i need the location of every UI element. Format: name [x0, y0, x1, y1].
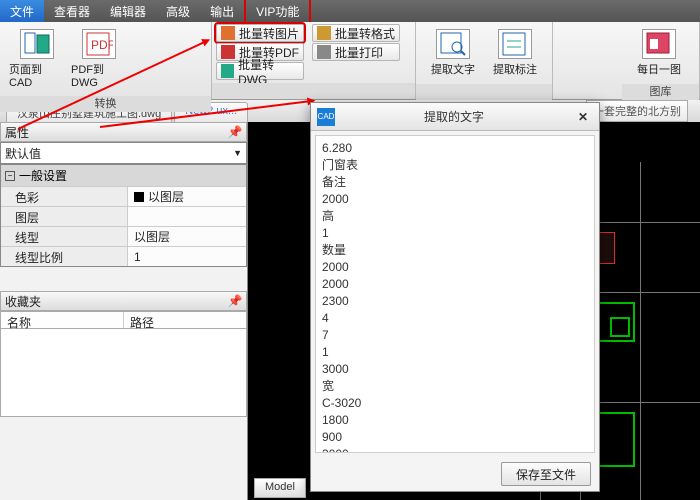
batch-format-icon — [317, 26, 331, 40]
pin-icon[interactable]: 📌 — [228, 294, 242, 308]
menu-vip[interactable]: VIP功能 — [244, 0, 311, 25]
batch-to-dwg-button[interactable]: 批量转DWG — [216, 62, 304, 80]
extract-text-icon — [436, 29, 470, 59]
dialog-body[interactable]: 6.280门窗表备注2000高1数量2000200023004713000宽C-… — [315, 135, 595, 453]
extracted-text-line: 数量 — [322, 242, 588, 259]
dialog-title: 提取的文字 — [343, 108, 565, 125]
ribbon-group-convert-label: 转换 — [0, 96, 211, 112]
favorites-columns: 名称 路径 — [0, 311, 247, 329]
extracted-text-line: 2300 — [322, 293, 588, 310]
menu-file[interactable]: 文件 — [0, 0, 44, 23]
batch-print-button[interactable]: 批量打印 — [312, 43, 400, 61]
extract-anno-icon — [498, 29, 532, 59]
property-row-layer[interactable]: 图层 — [1, 206, 246, 226]
batch-print-icon — [317, 45, 331, 59]
dialog-titlebar[interactable]: CAD 提取的文字 ✕ — [311, 103, 599, 131]
extracted-text-line: 1800 — [322, 412, 588, 429]
property-row-linescale[interactable]: 线型比例1 — [1, 246, 246, 266]
extracted-text-line: 高 — [322, 208, 588, 225]
properties-grid: −一般设置 色彩以图层 图层 线型以图层 线型比例1 — [0, 164, 247, 267]
extract-text-button[interactable]: 提取文字 — [422, 26, 484, 80]
menu-bar: 文件 查看器 编辑器 高级 输出 VIP功能 — [0, 0, 700, 22]
fav-col-name[interactable]: 名称 — [1, 312, 124, 328]
extracted-text-line: 3000 — [322, 446, 588, 453]
save-to-file-button[interactable]: 保存至文件 — [501, 462, 591, 486]
extracted-text-line: 2000 — [322, 259, 588, 276]
extracted-text-line: 宽 — [322, 378, 588, 395]
svg-text:PDF: PDF — [91, 38, 113, 52]
extracted-text-line: 900 — [322, 429, 588, 446]
dialog-app-icon: CAD — [317, 108, 335, 126]
extracted-text-line: 1 — [322, 225, 588, 242]
extracted-text-line: 6.280 — [322, 140, 588, 157]
favorites-body — [0, 329, 247, 417]
extracted-text-line: C-3020 — [322, 395, 588, 412]
fav-col-path[interactable]: 路径 — [124, 312, 246, 328]
favorites-header: 收藏夹 📌 — [0, 291, 247, 311]
daily-image-button[interactable]: 每日一图 — [628, 26, 690, 80]
property-row-color[interactable]: 色彩以图层 — [1, 186, 246, 206]
property-row-linetype[interactable]: 线型以图层 — [1, 226, 246, 246]
extract-text-dialog: CAD 提取的文字 ✕ 6.280门窗表备注2000高1数量2000200023… — [310, 102, 600, 492]
ribbon-group-gallery-label: 图库 — [622, 84, 699, 100]
pdf-to-dwg-icon: PDF — [82, 29, 116, 59]
extracted-text-line: 门窗表 — [322, 157, 588, 174]
extracted-text-line: 4 — [322, 310, 588, 327]
menu-viewer[interactable]: 查看器 — [44, 0, 100, 23]
extracted-text-line: 备注 — [322, 174, 588, 191]
batch-image-icon — [221, 26, 235, 40]
extract-annotation-button[interactable]: 提取标注 — [484, 26, 546, 80]
daily-image-icon — [642, 29, 676, 59]
general-settings-section[interactable]: −一般设置 — [1, 165, 246, 186]
left-panel: 属性 📌 默认值 ▼ −一般设置 色彩以图层 图层 线型以图层 线型比例1 收藏… — [0, 122, 248, 500]
batch-to-image-button[interactable]: 批量转图片 — [216, 24, 304, 42]
model-tab[interactable]: Model — [254, 478, 306, 498]
menu-advanced[interactable]: 高级 — [156, 0, 200, 23]
menu-output[interactable]: 输出 — [200, 0, 244, 23]
close-icon[interactable]: ✕ — [573, 108, 593, 126]
extracted-text-line: 1 — [322, 344, 588, 361]
batch-format-button[interactable]: 批量转格式 — [312, 24, 400, 42]
page-to-cad-button[interactable]: 页面到CAD — [6, 26, 68, 92]
right-clipped-tab[interactable]: 一套完整的北方别 — [586, 100, 688, 122]
extracted-text-line: 3000 — [322, 361, 588, 378]
chevron-down-icon: ▼ — [233, 148, 242, 158]
extracted-text-line: 7 — [322, 327, 588, 344]
extracted-text-line: 2000 — [322, 276, 588, 293]
pin-icon[interactable]: 📌 — [228, 125, 242, 139]
batch-pdf-icon — [221, 45, 235, 59]
extracted-text-line: 2000 — [322, 191, 588, 208]
page-to-cad-icon — [20, 29, 54, 59]
batch-dwg-icon — [221, 64, 234, 78]
menu-editor[interactable]: 编辑器 — [100, 0, 156, 23]
default-dropdown[interactable]: 默认值 ▼ — [0, 142, 247, 164]
